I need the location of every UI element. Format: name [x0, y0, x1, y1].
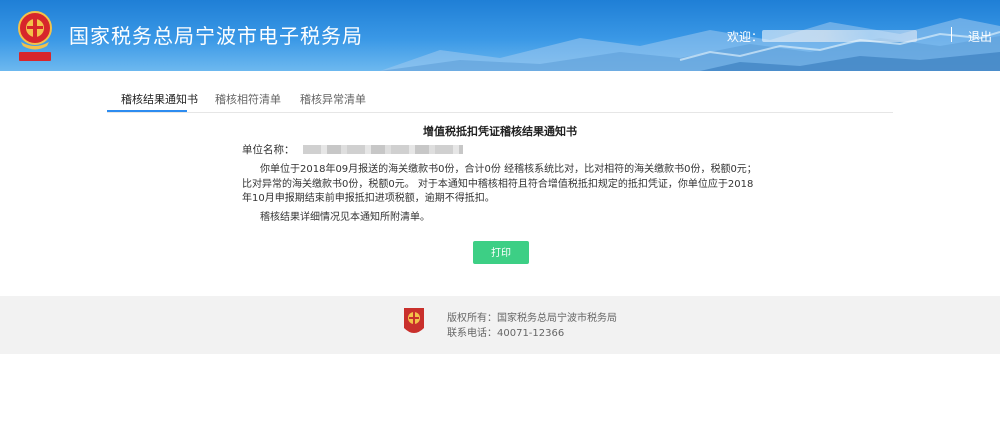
welcome-label: 欢迎：: [727, 30, 764, 44]
footer-copyright: 版权所有：国家税务总局宁波市税务局: [447, 313, 617, 324]
tax-emblem-icon: [18, 11, 52, 61]
tab-abnormal-list[interactable]: 稽核异常清单: [300, 91, 366, 107]
tax-logo-icon: [404, 308, 424, 333]
site-header: 国家税务总局宁波市电子税务局 欢迎： 退出: [0, 0, 1000, 71]
notice-paragraph-details: 稽核结果详细情况见本通知所附清单。: [260, 212, 430, 223]
unit-name-label: 单位名称：: [242, 144, 295, 156]
tab-bar: 稽核结果通知书 稽核相符清单 稽核异常清单: [107, 88, 893, 113]
site-footer: 版权所有：国家税务总局宁波市税务局 联系电话：40071-12366: [0, 296, 1000, 354]
user-area: 欢迎： 退出: [700, 26, 1000, 46]
logout-link[interactable]: 退出: [968, 28, 992, 45]
redacted-username: [762, 30, 917, 42]
site-title: 国家税务总局宁波市电子税务局: [69, 24, 363, 48]
active-tab-indicator: [107, 110, 187, 112]
print-button[interactable]: 打印: [473, 241, 529, 264]
page-bottom-space: [0, 354, 1000, 427]
tab-matched-list[interactable]: 稽核相符清单: [215, 91, 281, 107]
tab-audit-result-notice[interactable]: 稽核结果通知书: [121, 91, 198, 107]
redacted-unit-name: [303, 145, 463, 154]
notice-paragraph: 你单位于2018年09月报送的海关缴款书0份，合计0份 经稽核系统比对，比对相符…: [242, 164, 757, 204]
notice-title: 增值税抵扣凭证稽核结果通知书: [423, 125, 577, 138]
header-divider: [951, 27, 952, 42]
footer-phone: 联系电话：40071-12366: [447, 328, 565, 339]
